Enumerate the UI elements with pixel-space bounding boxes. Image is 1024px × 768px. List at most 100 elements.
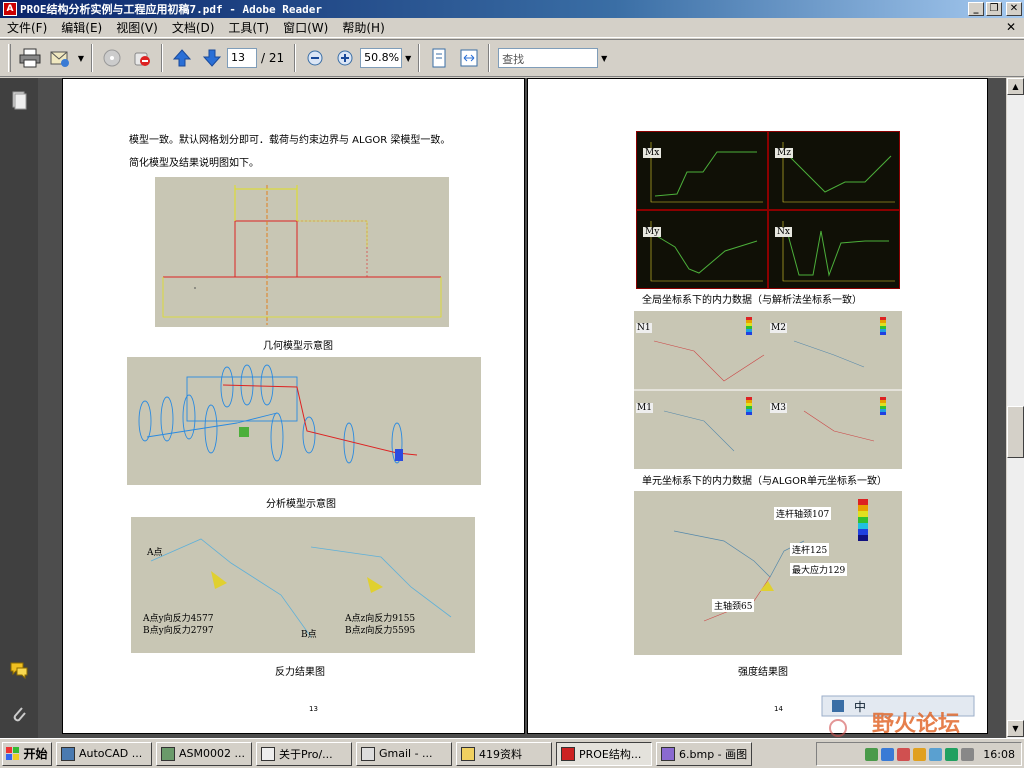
paint-icon xyxy=(661,746,675,761)
caption-global-internal-force: 全局坐标系下的内力数据（与解析法坐标系一致） xyxy=(642,295,862,306)
title-bar: A PROE结构分析实例与工程应用初稿7.pdf - Adobe Reader … xyxy=(0,0,1024,18)
menu-view[interactable]: 视图(V) xyxy=(109,19,165,36)
fit-width-button[interactable] xyxy=(455,44,483,72)
watermark-text: 野火论坛 xyxy=(872,711,961,737)
arrow-down-icon xyxy=(202,49,222,67)
pages-icon[interactable] xyxy=(9,90,29,110)
page-total: / 21 xyxy=(261,51,285,65)
b-y-reaction-label: B点y向反力2797 xyxy=(143,626,214,636)
geometry-drawing xyxy=(162,185,442,325)
panel-nx: Nx xyxy=(768,210,900,289)
fit-page-icon xyxy=(432,48,446,68)
restore-button[interactable]: ❐ xyxy=(986,2,1002,16)
task-proe-pdf[interactable]: PROE结构... xyxy=(556,741,652,766)
search-dropdown-icon[interactable]: ▼ xyxy=(598,48,610,68)
reaction-result-figure: A点 B点 A点y向反力4577 B点y向反力2797 A点z向反力9155 B… xyxy=(131,517,475,653)
menu-edit[interactable]: 编辑(E) xyxy=(54,19,109,36)
body-text-line2: 简化模型及结果说明图如下。 xyxy=(129,158,259,169)
window-title: PROE结构分析实例与工程应用初稿7.pdf - Adobe Reader xyxy=(20,3,322,16)
n1-label: N1 xyxy=(636,323,652,333)
clock: 16:08 xyxy=(983,747,1015,761)
page-number-input[interactable]: 13 xyxy=(227,48,257,68)
autocad-icon xyxy=(61,746,75,761)
menu-file[interactable]: 文件(F) xyxy=(0,19,54,36)
arrow-up-icon xyxy=(172,49,192,67)
folder-icon xyxy=(461,746,475,761)
strength-result-figure: 连杆轴颈107 连杆125 最大应力129 主轴颈65 xyxy=(634,491,902,655)
analysis-drawing xyxy=(138,364,418,464)
pdf-page-14: Mx Mz My Nx 全局坐标系下的内力数据（与解析法坐标系一致） N1 M2… xyxy=(527,78,988,734)
vertical-scrollbar[interactable]: ▲ ▼ xyxy=(1006,78,1024,738)
network-icon[interactable] xyxy=(865,747,879,761)
print-button[interactable] xyxy=(16,44,44,72)
task-about-pro[interactable]: 关于Pro/... xyxy=(256,741,352,766)
previous-page-button[interactable] xyxy=(168,44,196,72)
mx-label: Mx xyxy=(643,148,662,158)
task-paint[interactable]: 6.bmp - 画图 xyxy=(656,741,752,766)
menu-document[interactable]: 文档(D) xyxy=(165,19,222,36)
security-button[interactable] xyxy=(128,44,156,72)
shield-icon[interactable] xyxy=(913,747,927,761)
stress-label-conrod-journal: 连杆轴颈107 xyxy=(774,507,832,520)
stress-label-main-journal: 主轴颈65 xyxy=(712,599,755,612)
zoom-out-icon xyxy=(307,50,323,66)
menu-help[interactable]: 帮助(H) xyxy=(335,19,391,36)
browser-icon xyxy=(261,746,275,761)
next-page-button[interactable] xyxy=(198,44,226,72)
scroll-thumb[interactable] xyxy=(1007,406,1024,458)
collaborate-button[interactable] xyxy=(98,44,126,72)
caption-strength-result: 强度结果图 xyxy=(738,667,788,678)
stress-label-conrod: 连杆125 xyxy=(790,543,830,556)
fit-width-icon xyxy=(460,49,478,67)
internal-force-global-figure: Mx Mz My Nx xyxy=(636,131,900,289)
panel-my: My xyxy=(636,210,768,289)
nx-label: Nx xyxy=(775,227,792,237)
task-gmail[interactable]: Gmail - ... xyxy=(356,741,452,766)
caption-element-internal-force: 单元坐标系下的内力数据（与ALGOR单元坐标系一致） xyxy=(642,476,887,487)
element-force-drawing xyxy=(634,317,902,452)
strength-drawing xyxy=(673,499,868,622)
zoom-dropdown-icon[interactable]: ▼ xyxy=(402,48,414,68)
internal-force-element-figure: N1 M2 M1 M3 xyxy=(634,311,902,469)
document-close-icon[interactable]: ✕ xyxy=(1006,20,1016,34)
email-dropdown-icon[interactable]: ▼ xyxy=(75,48,87,68)
security-center-icon[interactable] xyxy=(945,747,959,761)
my-label: My xyxy=(643,227,662,237)
m2-label: M2 xyxy=(770,323,787,333)
task-asm0002[interactable]: ASM0002 ... xyxy=(156,741,252,766)
menu-tools[interactable]: 工具(T) xyxy=(221,19,276,36)
attachments-icon[interactable] xyxy=(9,704,29,724)
b-point-label: B点 xyxy=(301,630,317,640)
zoom-level-input[interactable]: 50.8% xyxy=(360,48,403,68)
volume-icon[interactable] xyxy=(929,747,943,761)
task-419-folder[interactable]: 419资料 xyxy=(456,741,552,766)
scroll-up-icon[interactable]: ▲ xyxy=(1007,78,1024,95)
panel-mz: Mz xyxy=(768,131,900,210)
menu-window[interactable]: 窗口(W) xyxy=(276,19,335,36)
zoom-out-button[interactable] xyxy=(301,44,329,72)
usb-icon[interactable] xyxy=(961,747,975,761)
comments-icon[interactable] xyxy=(9,660,29,680)
ime-mode-label[interactable]: 中 xyxy=(854,698,866,715)
geometry-model-figure xyxy=(155,177,449,327)
pdf-page-13: 模型一致。默认网格划分即可．载荷与约束边界与 ALGOR 梁模型一致。 简化模型… xyxy=(62,78,525,734)
gmail-icon xyxy=(361,746,375,761)
analysis-model-figure xyxy=(127,357,481,485)
close-button[interactable]: ✕ xyxy=(1006,2,1022,16)
task-autocad[interactable]: AutoCAD ... xyxy=(56,741,152,766)
windows-logo-icon xyxy=(6,746,20,760)
toolbar-grip xyxy=(8,44,11,72)
page-number-13: 13 xyxy=(309,705,318,713)
taskbar: 开始 AutoCAD ... ASM0002 ... 关于Pro/... Gma… xyxy=(0,738,1024,768)
printer-icon xyxy=(19,48,41,68)
document-area[interactable]: 模型一致。默认网格划分即可．载荷与约束边界与 ALGOR 梁模型一致。 简化模型… xyxy=(38,78,1006,738)
fit-page-button[interactable] xyxy=(425,44,453,72)
email-button[interactable] xyxy=(46,44,74,72)
ime-icon[interactable] xyxy=(881,747,895,761)
pdf-icon xyxy=(561,746,575,761)
minimize-button[interactable]: _ xyxy=(968,2,984,16)
antivirus-icon[interactable] xyxy=(897,747,911,761)
search-input[interactable]: 查找 xyxy=(498,48,599,68)
zoom-in-button[interactable] xyxy=(331,44,359,72)
start-button[interactable]: 开始 xyxy=(2,741,52,766)
